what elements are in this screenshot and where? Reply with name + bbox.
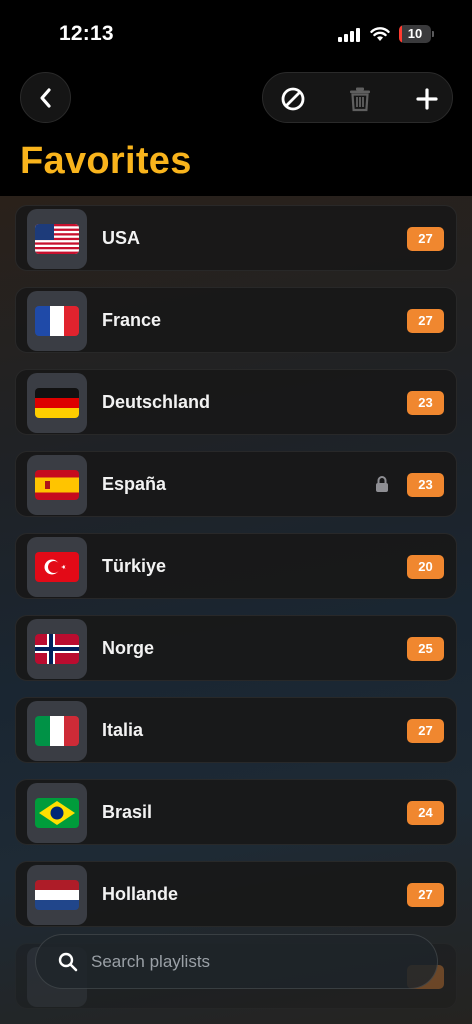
flag-tile	[27, 209, 87, 269]
battery-cap	[432, 31, 434, 37]
cellular-signal-icon	[338, 28, 360, 42]
block-icon	[281, 87, 304, 110]
battery-level: 10	[407, 26, 423, 41]
add-button[interactable]	[401, 73, 452, 124]
list-item[interactable]: Hollande 27	[15, 861, 457, 927]
search-bar[interactable]: Search playlists	[35, 934, 438, 989]
item-name: France	[102, 310, 162, 330]
us-flag-icon	[35, 224, 79, 254]
fr-flag-icon	[35, 306, 79, 336]
count-badge: 23	[407, 473, 444, 497]
block-button[interactable]	[267, 73, 318, 124]
nl-flag-icon	[35, 880, 79, 910]
flag-tile	[27, 701, 87, 761]
list-item[interactable]: Deutschland 23	[15, 369, 457, 435]
flag-tile	[27, 537, 87, 597]
list-item[interactable]: USA 27	[15, 205, 457, 271]
list-item[interactable]: Italia 27	[15, 697, 457, 763]
tr-flag-icon	[35, 552, 79, 582]
trash-icon	[349, 87, 370, 111]
item-name: USA	[102, 228, 141, 248]
count-badge: 23	[407, 391, 444, 415]
flag-tile	[27, 373, 87, 433]
list-item[interactable]: España 23	[15, 451, 457, 517]
it-flag-icon	[35, 716, 79, 746]
lock-icon	[376, 476, 388, 492]
list-item[interactable]: Türkiye 20	[15, 533, 457, 599]
flag-tile	[27, 865, 87, 925]
flag-tile	[27, 783, 87, 843]
item-name: Italia	[102, 720, 144, 740]
es-flag-icon	[35, 470, 79, 500]
item-name: Brasil	[102, 802, 153, 822]
delete-button[interactable]	[334, 73, 385, 124]
count-badge: 24	[407, 801, 444, 825]
count-badge: 25	[407, 637, 444, 661]
item-name: Türkiye	[102, 556, 167, 576]
count-badge: 27	[407, 719, 444, 743]
header-actions	[262, 72, 453, 123]
flag-tile	[27, 455, 87, 515]
flag-tile	[27, 619, 87, 679]
count-badge: 20	[407, 555, 444, 579]
item-name: Hollande	[102, 884, 179, 904]
chevron-left-icon	[39, 87, 51, 108]
item-name: España	[102, 474, 167, 494]
search-icon	[58, 952, 78, 972]
list-item[interactable]: France 27	[15, 287, 457, 353]
br-flag-icon	[35, 798, 79, 828]
count-badge: 27	[407, 883, 444, 907]
item-name: Deutschland	[102, 392, 211, 412]
page-title: Favorites	[20, 140, 192, 182]
list-item[interactable]: Norge 25	[15, 615, 457, 681]
list-item[interactable]: Brasil 24	[15, 779, 457, 845]
count-badge: 27	[407, 227, 444, 251]
back-button[interactable]	[20, 72, 71, 123]
de-flag-icon	[35, 388, 79, 418]
item-name: Norge	[102, 638, 155, 658]
flag-tile	[27, 291, 87, 351]
search-input[interactable]: Search playlists	[91, 952, 210, 972]
count-badge: 27	[407, 309, 444, 333]
no-flag-icon	[35, 634, 79, 664]
wifi-icon	[370, 27, 390, 41]
status-bar: 12:13 10	[0, 0, 472, 64]
plus-icon	[415, 87, 438, 110]
status-time: 12:13	[59, 22, 114, 45]
battery-icon: 10	[399, 25, 431, 43]
